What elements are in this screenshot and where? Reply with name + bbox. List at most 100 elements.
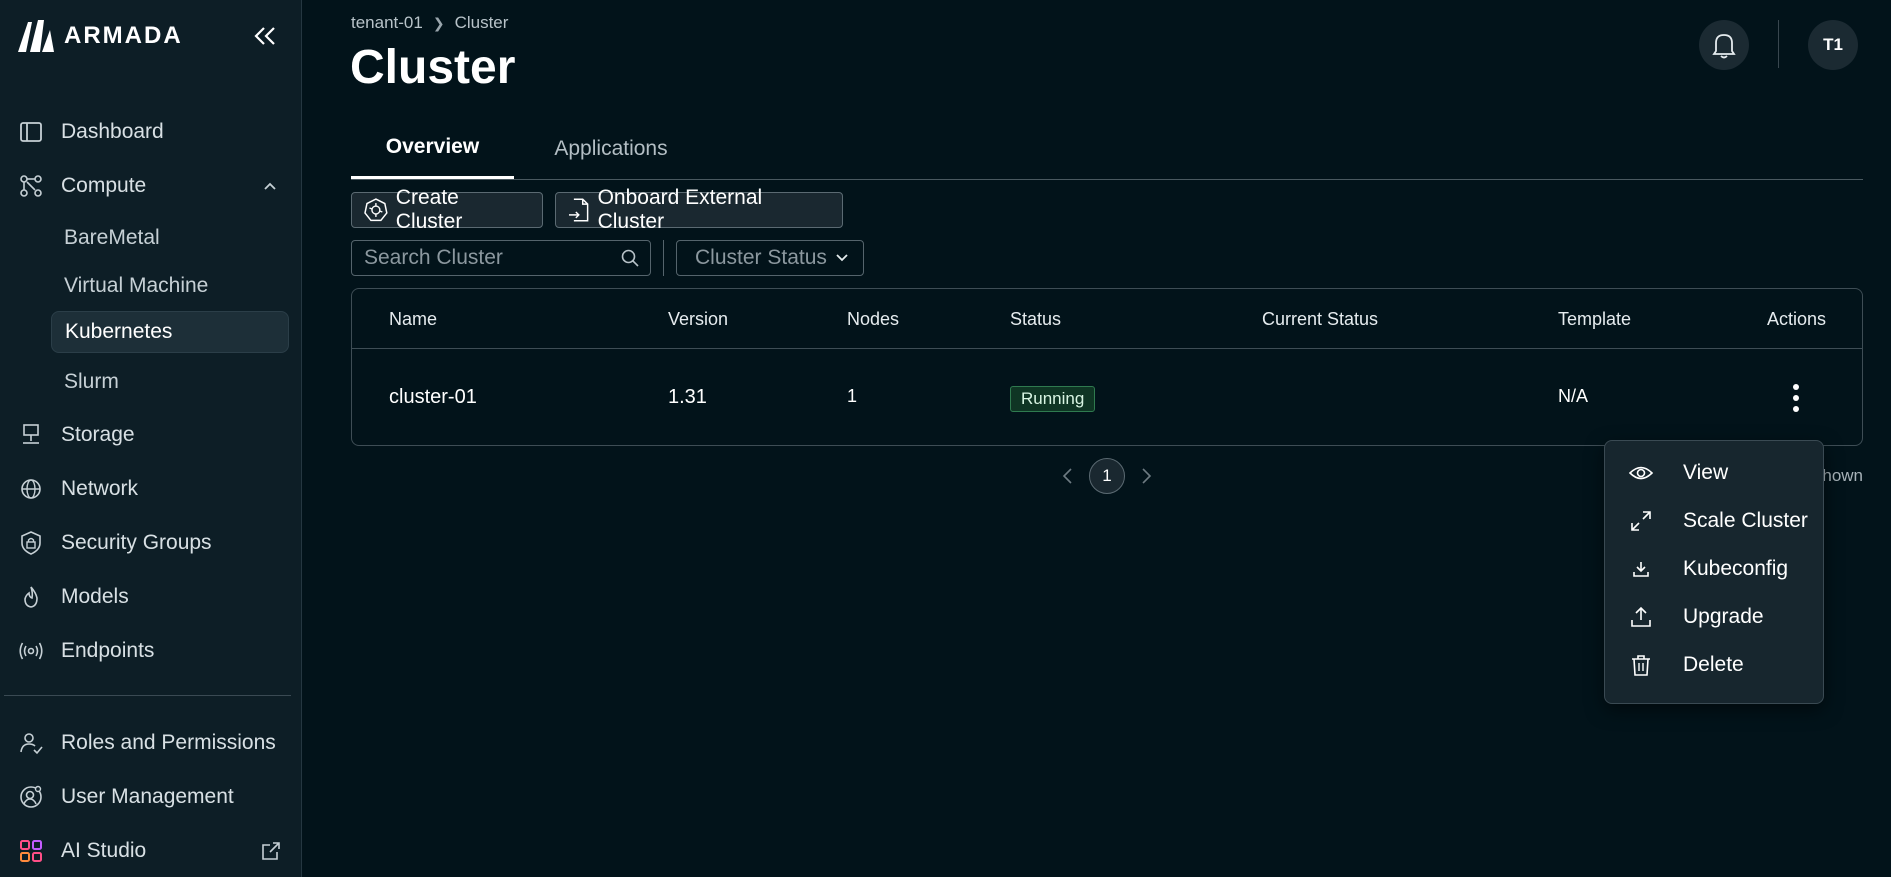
sidebar-item-compute[interactable]: Compute <box>0 166 301 206</box>
column-header-template[interactable]: Template <box>1558 309 1631 330</box>
sidebar-item-storage[interactable]: Storage <box>0 415 301 455</box>
menu-item-label: View <box>1683 461 1729 484</box>
tab-overview[interactable]: Overview <box>351 118 514 179</box>
breadcrumb: tenant-01 ❯ Cluster <box>351 13 508 33</box>
sidebar-item-label: Storage <box>61 423 135 446</box>
sidebar-item-security-groups[interactable]: Security Groups <box>0 523 301 563</box>
collapse-sidebar-icon[interactable] <box>250 22 280 50</box>
menu-item-delete[interactable]: Delete <box>1605 643 1823 687</box>
search-box <box>351 240 651 276</box>
menu-item-label: Upgrade <box>1683 605 1764 628</box>
chevron-up-icon <box>264 182 276 190</box>
search-icon[interactable] <box>620 248 640 268</box>
sidebar-item-network[interactable]: Network <box>0 469 301 509</box>
sidebar-item-label: Network <box>61 477 139 500</box>
column-header-status[interactable]: Status <box>1010 309 1061 330</box>
pagination-next-icon[interactable] <box>1136 466 1156 486</box>
sidebar-subitem-label: Slurm <box>64 370 119 393</box>
row-actions-button[interactable] <box>1784 381 1808 415</box>
flame-icon <box>24 586 38 608</box>
sidebar-item-label: Models <box>61 585 129 608</box>
sidebar: ARMADA Dashboard Compute BareMetal Virtu… <box>0 0 302 877</box>
avatar[interactable]: T1 <box>1808 20 1858 70</box>
onboard-external-cluster-label: Onboard External Cluster <box>597 186 763 233</box>
menu-item-label: Scale Cluster <box>1683 509 1808 532</box>
ai-studio-icon <box>20 840 42 862</box>
cell-nodes: 1 <box>847 386 858 406</box>
sidebar-item-label: Dashboard <box>61 120 164 143</box>
sidebar-subitem-label: BareMetal <box>64 226 160 249</box>
sidebar-subitem-label: Kubernetes <box>65 320 173 343</box>
menu-item-scale-cluster[interactable]: Scale Cluster <box>1605 499 1823 543</box>
chevron-right-icon: ❯ <box>432 14 445 31</box>
breadcrumb-root[interactable]: tenant-01 <box>351 13 423 33</box>
external-link-icon[interactable] <box>260 840 282 862</box>
pagination-page[interactable]: 1 <box>1089 458 1125 494</box>
create-cluster-label: Create Cluster <box>395 186 463 233</box>
eye-icon <box>1629 466 1653 480</box>
sidebar-item-label: Compute <box>61 174 147 197</box>
brand-name: ARMADA <box>64 22 183 49</box>
sidebar-subitem-baremetal[interactable]: BareMetal <box>51 217 289 259</box>
file-import-icon <box>568 198 589 222</box>
cell-version: 1.31 <box>668 386 707 408</box>
menu-item-upgrade[interactable]: Upgrade <box>1605 595 1823 639</box>
breadcrumb-current: Cluster <box>454 13 509 32</box>
sidebar-item-label: AI Studio <box>61 839 147 862</box>
menu-item-view[interactable]: View <box>1605 451 1823 495</box>
upload-icon <box>1631 606 1651 627</box>
sidebar-item-label: Roles and Permissions <box>61 731 276 754</box>
sidebar-item-label: Endpoints <box>61 639 155 662</box>
shield-lock-icon <box>21 531 41 555</box>
sidebar-subitem-virtual-machine[interactable]: Virtual Machine <box>51 265 289 307</box>
chevron-down-icon <box>836 254 848 262</box>
sidebar-item-ai-studio[interactable]: AI Studio <box>0 831 301 871</box>
sidebar-item-label: User Management <box>61 785 234 808</box>
storage-icon <box>23 424 39 444</box>
column-header-name[interactable]: Name <box>389 309 437 330</box>
column-header-nodes[interactable]: Nodes <box>847 309 899 330</box>
notifications-button[interactable] <box>1699 20 1749 70</box>
tab-applications[interactable]: Applications <box>526 118 696 179</box>
dashboard-icon <box>20 122 42 142</box>
armada-logo-icon <box>18 20 54 52</box>
tab-bar: Overview Applications <box>351 118 1863 180</box>
trash-icon <box>1632 655 1650 676</box>
sidebar-item-models[interactable]: Models <box>0 577 301 617</box>
row-actions-menu: View Scale Cluster Kubeconfig Upgrade De… <box>1604 440 1824 704</box>
sidebar-subitem-slurm[interactable]: Slurm <box>51 361 289 403</box>
broadcast-icon <box>19 642 43 660</box>
sidebar-subitem-label: Virtual Machine <box>64 274 209 297</box>
menu-item-label: Kubeconfig <box>1683 557 1789 580</box>
column-header-version[interactable]: Version <box>668 309 728 330</box>
page-title: Cluster <box>350 41 516 94</box>
user-settings-icon <box>20 785 42 808</box>
sidebar-item-dashboard[interactable]: Dashboard <box>0 112 301 152</box>
rows-shown-text: hown <box>1822 466 1863 485</box>
cell-template: N/A <box>1558 386 1589 406</box>
cell-name[interactable]: cluster-01 <box>389 386 477 409</box>
sidebar-subitem-kubernetes[interactable]: Kubernetes <box>51 311 289 353</box>
pagination-prev-icon[interactable] <box>1058 466 1078 486</box>
header-divider <box>1778 20 1779 68</box>
sidebar-item-endpoints[interactable]: Endpoints <box>0 631 301 671</box>
search-input[interactable] <box>352 241 612 275</box>
menu-item-kubeconfig[interactable]: Kubeconfig <box>1605 547 1823 591</box>
sidebar-item-user-management[interactable]: User Management <box>0 777 301 817</box>
filter-divider <box>663 240 664 276</box>
users-icon <box>20 733 43 755</box>
sidebar-item-label: Security Groups <box>61 531 212 554</box>
column-header-actions: Actions <box>1767 309 1827 329</box>
more-vertical-icon <box>1793 384 1799 412</box>
brand[interactable]: ARMADA <box>16 18 183 54</box>
onboard-external-cluster-button[interactable]: Onboard External Cluster <box>555 186 843 233</box>
download-icon <box>1633 562 1649 577</box>
sidebar-item-roles-permissions[interactable]: Roles and Permissions <box>0 723 301 763</box>
cluster-status-dropdown[interactable]: Cluster Status <box>676 240 864 276</box>
cluster-status-label: Cluster Status <box>695 246 827 269</box>
create-cluster-button[interactable]: Create Cluster <box>351 186 543 233</box>
bell-icon <box>1712 34 1736 59</box>
sidebar-divider <box>4 695 291 696</box>
column-header-current-status[interactable]: Current Status <box>1262 309 1378 330</box>
compute-icon <box>20 175 42 197</box>
